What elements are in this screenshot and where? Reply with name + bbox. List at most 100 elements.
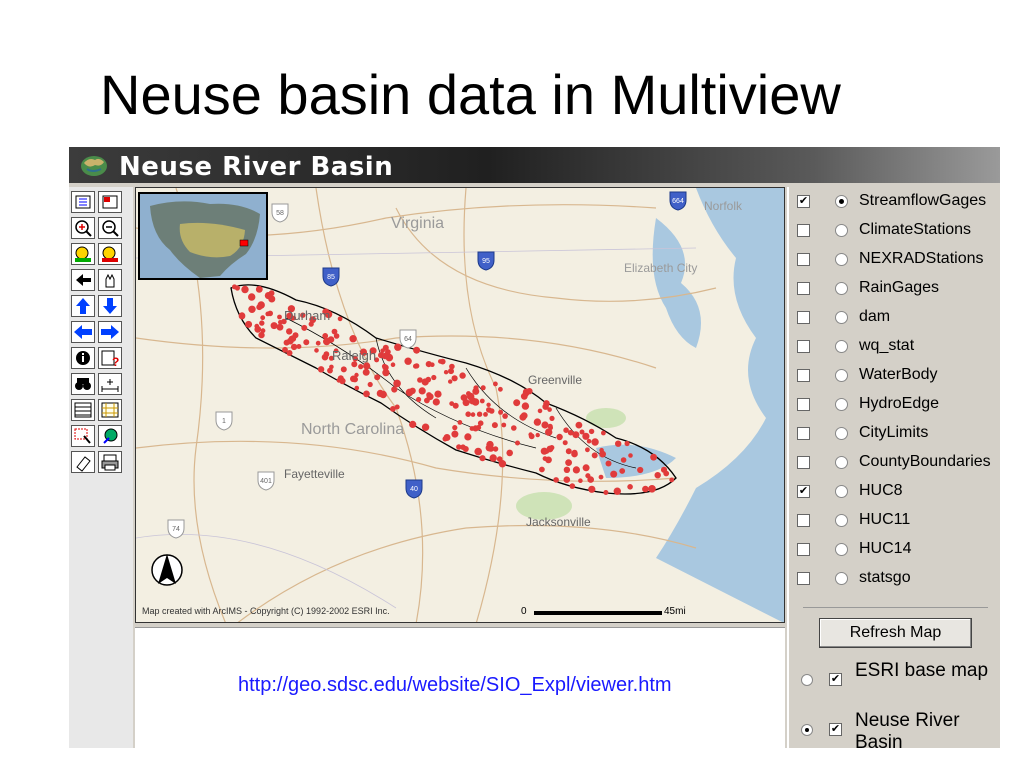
gage-point xyxy=(409,420,417,428)
overview-tool-button[interactable] xyxy=(98,191,122,213)
find-tool-button[interactable] xyxy=(71,373,95,395)
hyperlink-tool-button[interactable]: ? xyxy=(98,347,122,369)
layer-visible-checkbox[interactable] xyxy=(797,311,810,324)
highway-shield-40: 40 xyxy=(405,479,423,499)
layer-visible-checkbox[interactable] xyxy=(797,427,810,440)
base-layer-radio[interactable] xyxy=(801,674,813,686)
zoom-full-tool-button[interactable] xyxy=(71,243,95,265)
gage-point xyxy=(379,390,387,399)
measure-tool-button[interactable] xyxy=(98,373,122,395)
gage-point xyxy=(448,379,453,384)
gage-point xyxy=(363,390,370,398)
layer-active-radio[interactable] xyxy=(835,282,848,295)
query-tool-button[interactable] xyxy=(98,425,122,447)
layer-active-radio[interactable] xyxy=(835,456,848,469)
scale-bar xyxy=(534,611,662,615)
layer-visible-checkbox[interactable] xyxy=(797,282,810,295)
layer-row-waterbody: WaterBody xyxy=(789,363,1000,389)
viewer-url-link[interactable]: http://geo.sdsc.edu/website/SIO_Expl/vie… xyxy=(238,674,672,697)
layer-active-radio[interactable] xyxy=(835,195,848,208)
clear-selection-tool-button[interactable] xyxy=(71,451,95,473)
layer-active-radio[interactable] xyxy=(835,398,848,411)
layer-visible-checkbox[interactable] xyxy=(797,340,810,353)
zoom-in-tool-button[interactable] xyxy=(71,217,95,239)
layer-visible-checkbox[interactable] xyxy=(797,253,810,266)
gage-point xyxy=(349,335,357,343)
gage-point xyxy=(562,440,568,446)
gage-point xyxy=(363,362,371,370)
highway-shield-85: 85 xyxy=(322,267,340,287)
layer-visible-checkbox[interactable] xyxy=(797,224,810,237)
overview-inset-map[interactable] xyxy=(138,192,268,280)
gage-point xyxy=(642,485,649,493)
select-rectangle-tool-button[interactable] xyxy=(98,399,122,421)
gage-point xyxy=(496,456,503,462)
layer-visible-checkbox[interactable]: ✔ xyxy=(797,485,810,498)
layer-label: HUC14 xyxy=(859,540,912,557)
gage-point xyxy=(457,420,463,425)
identify-tool-button[interactable] xyxy=(71,347,95,369)
layer-visible-checkbox[interactable] xyxy=(797,514,810,527)
layer-visible-checkbox[interactable] xyxy=(797,572,810,585)
gage-point xyxy=(303,339,310,346)
gage-point xyxy=(587,476,594,483)
select-by-line-tool-button[interactable] xyxy=(71,425,95,447)
layer-visible-checkbox[interactable] xyxy=(797,456,810,469)
gage-point xyxy=(624,440,630,447)
layer-active-radio[interactable] xyxy=(835,224,848,237)
pan-tool-button[interactable] xyxy=(98,269,122,291)
scale-start: 0 xyxy=(521,606,527,617)
gage-point xyxy=(588,428,595,435)
back-tool-button[interactable] xyxy=(71,269,95,291)
gage-point xyxy=(327,336,335,343)
gage-point xyxy=(462,446,469,452)
pan-east-icon xyxy=(101,325,119,339)
gage-point xyxy=(254,326,262,333)
layer-active-radio[interactable] xyxy=(835,427,848,440)
gage-point xyxy=(489,454,497,462)
map-display[interactable]: Virginia Norfolk Elizabeth City Durham R… xyxy=(135,187,785,623)
gage-point xyxy=(528,433,535,440)
gage-point xyxy=(374,374,381,381)
pan-south-tool-button[interactable] xyxy=(98,295,122,317)
layer-label: statsgo xyxy=(859,569,911,586)
base-layer-radio[interactable] xyxy=(801,724,813,736)
zoom-active-tool-button[interactable] xyxy=(98,243,122,265)
zoom-out-tool-button[interactable] xyxy=(98,217,122,239)
layer-visible-checkbox[interactable] xyxy=(797,543,810,556)
layer-active-radio[interactable] xyxy=(835,543,848,556)
gage-point xyxy=(619,468,626,474)
layer-visible-checkbox[interactable]: ✔ xyxy=(797,195,810,208)
gage-point xyxy=(466,391,471,397)
gage-point xyxy=(627,484,633,490)
layer-visible-checkbox[interactable] xyxy=(797,398,810,411)
buffer-tool-button[interactable] xyxy=(71,399,95,421)
map-label-greenville: Greenville xyxy=(528,373,582,387)
layer-active-radio[interactable] xyxy=(835,572,848,585)
buffer-icon xyxy=(74,402,92,418)
layer-active-radio[interactable] xyxy=(835,311,848,324)
pan-west-tool-button[interactable] xyxy=(71,321,95,343)
layer-active-radio[interactable] xyxy=(835,514,848,527)
legend-tool-button[interactable] xyxy=(71,191,95,213)
gage-point xyxy=(498,386,503,392)
layer-active-radio[interactable] xyxy=(835,369,848,382)
layer-active-radio[interactable] xyxy=(835,340,848,353)
refresh-map-button[interactable]: Refresh Map xyxy=(819,618,972,648)
layer-row-raingages: RainGages xyxy=(789,276,1000,302)
gage-point xyxy=(234,285,240,291)
gage-point xyxy=(404,357,412,365)
gage-point xyxy=(259,320,265,326)
pan-north-tool-button[interactable] xyxy=(71,295,95,317)
print-tool-button[interactable] xyxy=(98,451,122,473)
base-layer-checkbox[interactable]: ✔ xyxy=(829,723,842,736)
layer-visible-checkbox[interactable] xyxy=(797,369,810,382)
gage-point xyxy=(542,403,549,410)
pan-east-tool-button[interactable] xyxy=(98,321,122,343)
layer-label: StreamflowGages xyxy=(859,192,987,209)
layer-active-radio[interactable] xyxy=(835,253,848,266)
layer-label: HydroEdge xyxy=(859,395,940,412)
layer-active-radio[interactable] xyxy=(835,485,848,498)
base-layer-checkbox[interactable]: ✔ xyxy=(829,673,842,686)
gage-point xyxy=(526,388,533,395)
